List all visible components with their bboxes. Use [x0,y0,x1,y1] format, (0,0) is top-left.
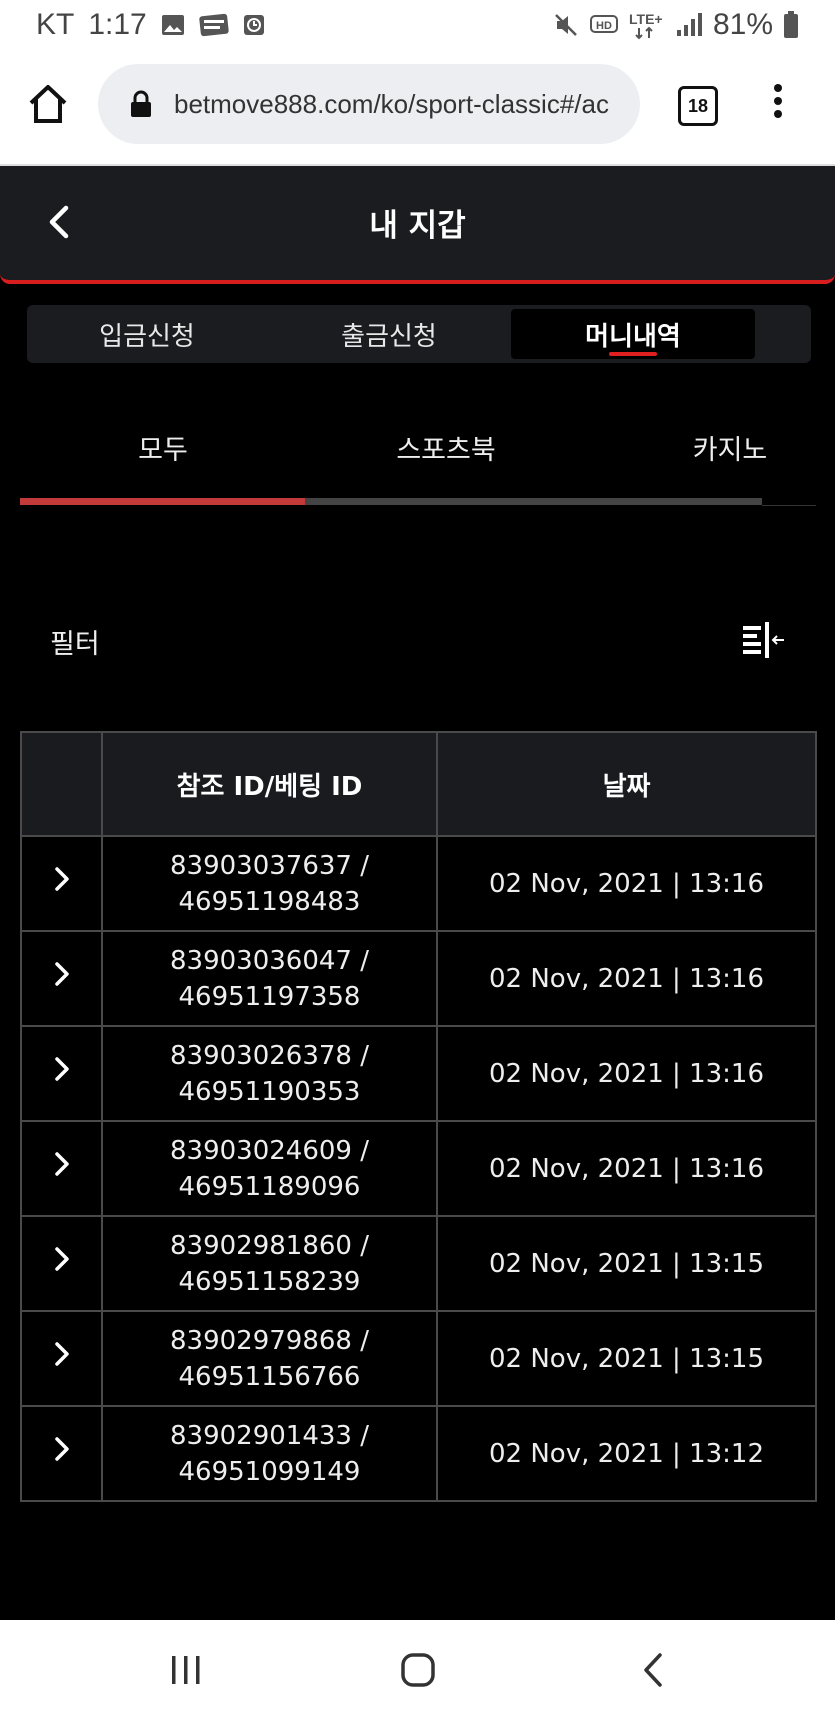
category-active-indicator [20,498,305,505]
row-expander[interactable] [20,835,103,932]
reference-id: 83903037637 / [170,850,369,881]
reference-id-cell: 83903024609 / 46951189096 [101,1120,438,1217]
lte-icon: LTE+ [629,10,665,40]
gallery-icon [161,14,185,36]
row-expander[interactable] [20,1215,103,1312]
address-bar[interactable]: betmove888.com/ko/sport-classic#/ac [98,64,640,144]
table-row[interactable]: 83902981860 / 46951158239 02 Nov, 2021 | 1… [20,1215,817,1312]
bet-id: 46951156766 [178,1361,361,1392]
recent-apps-icon[interactable] [166,1650,206,1690]
chevron-right-icon [54,1056,69,1081]
category-tab-all[interactable]: 모두 [138,428,188,467]
row-expander[interactable] [20,1405,103,1502]
mute-icon [553,12,579,38]
chevron-right-icon [54,866,69,891]
chevron-right-icon [54,1246,69,1271]
reference-id: 83903024609 / [170,1135,369,1166]
row-expander[interactable] [20,1120,103,1217]
battery-percent: 81% [712,8,773,41]
table-row[interactable]: 83903037637 / 46951198483 02 Nov, 2021 | 1… [20,835,817,932]
home-nav-icon[interactable] [398,1650,438,1690]
reference-id: 83903036047 / [170,945,369,976]
row-expander[interactable] [20,1025,103,1122]
system-navigation-bar [0,1620,835,1716]
svg-text:HD: HD [596,20,612,32]
reference-id: 83902901433 / [170,1420,369,1451]
carrier-label: KT [36,8,75,41]
battery-icon [783,11,799,39]
clock: 1:17 [88,8,147,41]
url-text: betmove888.com/ko/sport-classic#/ac [174,88,609,119]
tab-withdraw[interactable]: 출금신청 [279,309,499,359]
date-cell: 02 Nov, 2021 | 13:16 [436,835,817,932]
tab-money-history[interactable]: 머니내역 [511,309,755,359]
row-expander[interactable] [20,1310,103,1407]
chevron-right-icon [54,961,69,986]
date-cell: 02 Nov, 2021 | 13:16 [436,1025,817,1122]
active-tab-indicator [609,352,657,356]
tab-switcher-button[interactable]: 18 [678,86,718,126]
back-nav-icon[interactable] [634,1650,674,1690]
wallet-tabs: 입금신청 출금신청 머니내역 [27,305,811,363]
reference-id-cell: 83903036047 / 46951197358 [101,930,438,1027]
column-header-date: 날짜 [436,731,817,837]
bet-id: 46951158239 [178,1266,361,1297]
table-row[interactable]: 83903036047 / 46951197358 02 Nov, 2021 | 1… [20,930,817,1027]
reference-id-cell: 83903037637 / 46951198483 [101,835,438,932]
column-header-reference-id: 참조 ID/베팅 ID [101,731,438,837]
table-header-row: 참조 ID/베팅 ID 날짜 [20,731,817,837]
tab-label: 머니내역 [585,321,681,352]
reference-id: 83902981860 / [170,1230,369,1261]
status-bar: KT 1:17 HD LTE+ 81% [0,0,835,52]
bet-id: 46951197358 [178,981,361,1012]
table-row[interactable]: 83902901433 / 46951099149 02 Nov, 2021 | 1… [20,1405,817,1502]
tab-label: 입금신청 [99,321,195,352]
browser-toolbar: betmove888.com/ko/sport-classic#/ac 18 [0,52,835,166]
bet-id: 46951189096 [178,1171,361,1202]
more-options-icon[interactable] [770,84,786,124]
reference-id-cell: 83903026378 / 46951190353 [101,1025,438,1122]
reference-id: 83902979868 / [170,1325,369,1356]
lock-icon [131,90,151,117]
chevron-right-icon [54,1341,69,1366]
reference-id-cell: 83902979868 / 46951156766 [101,1310,438,1407]
bet-id: 46951190353 [178,1076,361,1107]
table-row[interactable]: 83903024609 / 46951189096 02 Nov, 2021 | 1… [20,1120,817,1217]
reference-id-cell: 83902981860 / 46951158239 [101,1215,438,1312]
chevron-right-icon [54,1436,69,1461]
tab-label: 출금신청 [341,321,437,352]
filter-toggle-icon[interactable] [740,620,788,660]
transactions-table: 참조 ID/베팅 ID 날짜 83903037637 / 46951198483 0… [20,731,817,1502]
bet-id: 46951198483 [178,886,361,917]
date-cell: 02 Nov, 2021 | 13:16 [436,1120,817,1217]
date-cell: 02 Nov, 2021 | 13:15 [436,1215,817,1312]
divider [762,505,816,506]
expander-header [20,731,103,837]
tab-deposit[interactable]: 입금신청 [37,309,257,359]
svg-text:LTE+: LTE+ [629,11,663,27]
signal-icon [675,12,703,38]
reference-id-cell: 83902901433 / 46951099149 [101,1405,438,1502]
table-row[interactable]: 83902979868 / 46951156766 02 Nov, 2021 | 1… [20,1310,817,1407]
category-tab-casino[interactable]: 카지노 [693,428,768,467]
category-tab-sportsbook[interactable]: 스포츠북 [396,428,495,467]
category-progress-track [20,498,762,505]
date-cell: 02 Nov, 2021 | 13:16 [436,930,817,1027]
bet-id: 46951099149 [178,1456,361,1487]
wallet-header: 내 지갑 [0,166,835,284]
home-icon[interactable] [26,82,70,126]
table-row[interactable]: 83903026378 / 46951190353 02 Nov, 2021 | 1… [20,1025,817,1122]
date-cell: 02 Nov, 2021 | 13:15 [436,1310,817,1407]
webtoon-icon [199,13,229,37]
page-title: 내 지갑 [369,208,466,244]
reference-id: 83903026378 / [170,1040,369,1071]
filter-label: 필터 [50,629,100,660]
chevron-right-icon [54,1151,69,1176]
hd-voice-icon: HD [589,13,619,37]
row-expander[interactable] [20,930,103,1027]
date-cell: 02 Nov, 2021 | 13:12 [436,1405,817,1502]
clock-app-icon [243,14,265,36]
